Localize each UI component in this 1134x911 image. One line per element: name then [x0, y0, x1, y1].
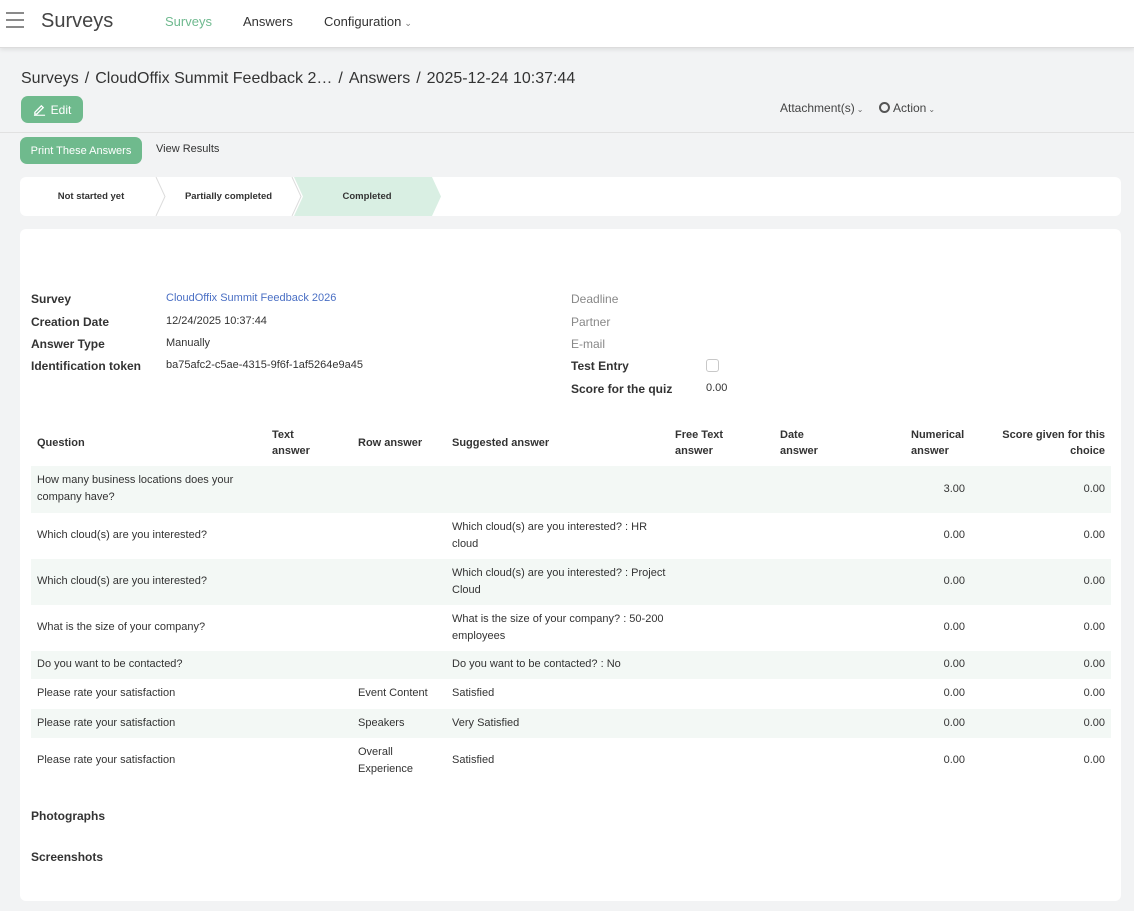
- nav-configuration[interactable]: Configuration ⌄: [324, 14, 412, 29]
- survey-link[interactable]: CloudOffix Summit Feedback 2026: [166, 292, 336, 304]
- question-cell: Please rate your satisfaction: [37, 754, 176, 766]
- numerical-cell: 0.00: [943, 717, 965, 729]
- test-entry-checkbox[interactable]: [706, 359, 719, 372]
- suggested-cell: Very Satisfied: [452, 717, 520, 729]
- action-label: Action: [893, 101, 927, 115]
- answer-type-value: Manually: [166, 337, 211, 349]
- attachments-dropdown[interactable]: Attachment(s) ⌄: [780, 101, 863, 115]
- question-cell: Which cloud(s) are you interested?: [37, 529, 207, 541]
- row-answer-cell: Event Content: [358, 687, 428, 699]
- numerical-cell: 0.00: [943, 621, 965, 633]
- chevron-down-icon: ⌄: [856, 105, 864, 114]
- numerical-cell: 0.00: [943, 754, 965, 766]
- stage-not-started[interactable]: Not started yet: [20, 177, 162, 216]
- breadcrumb: Surveys / CloudOffix Summit Feedback 2… / An…: [21, 70, 576, 87]
- numerical-cell: 0.00: [943, 575, 965, 587]
- suggested-cell: Do you want to be contacted? : No: [452, 658, 621, 670]
- gear-icon: [879, 102, 890, 113]
- table-row[interactable]: Please rate your satisfaction Speakers V…: [31, 709, 1111, 738]
- test-entry-label: Test Entry: [571, 359, 629, 373]
- col-score[interactable]: Score given for this choice: [1000, 427, 1105, 459]
- nav-answers[interactable]: Answers: [243, 14, 293, 29]
- col-free-text[interactable]: Free Text answer: [675, 427, 745, 459]
- table-row[interactable]: Please rate your satisfaction Overall Ex…: [31, 738, 1111, 784]
- table-row[interactable]: Which cloud(s) are you interested? Which…: [31, 559, 1111, 605]
- breadcrumb-survey[interactable]: CloudOffix Summit Feedback 2…: [95, 70, 332, 87]
- view-results-button[interactable]: View Results: [156, 143, 219, 155]
- nav-configuration-label: Configuration: [324, 14, 402, 29]
- row-answer-cell: Overall Experience: [358, 746, 414, 775]
- screenshots-title: Screenshots: [31, 850, 104, 864]
- suggested-cell: Satisfied: [452, 687, 495, 699]
- suggested-cell: Satisfied: [452, 754, 495, 766]
- breadcrumb-current: 2025-12-24 10:37:44: [426, 70, 576, 87]
- stage-completed[interactable]: Completed: [303, 177, 431, 216]
- score-cell: 0.00: [1083, 658, 1105, 670]
- pencil-icon: [33, 104, 45, 116]
- table-row[interactable]: Please rate your satisfaction Event Cont…: [31, 679, 1111, 709]
- nav-surveys[interactable]: Surveys: [165, 14, 212, 29]
- divider: [0, 132, 1134, 133]
- score-cell: 0.00: [1083, 483, 1105, 495]
- deadline-label: Deadline: [571, 292, 619, 306]
- score-cell: 0.00: [1083, 621, 1105, 633]
- col-numerical[interactable]: Numerical answer: [900, 427, 965, 459]
- suggested-cell: Which cloud(s) are you interested? : Pro…: [452, 567, 666, 596]
- token-value: ba75afc2-c5ae-4315-9f6f-1af5264e9a45: [166, 359, 363, 371]
- table-row[interactable]: How many business locations does your co…: [31, 466, 1111, 513]
- question-cell: Do you want to be contacted?: [37, 658, 183, 670]
- col-row-answer[interactable]: Row answer: [358, 435, 422, 451]
- chevron-down-icon: ⌄: [404, 18, 412, 28]
- edit-label: Edit: [50, 102, 72, 117]
- numerical-cell: 0.00: [943, 687, 965, 699]
- numerical-cell: 0.00: [943, 658, 965, 670]
- attachments-label: Attachment(s): [780, 101, 855, 115]
- score-cell: 0.00: [1083, 717, 1105, 729]
- col-date-answer[interactable]: Date answer: [780, 427, 835, 459]
- numerical-cell: 0.00: [943, 529, 965, 541]
- table-row[interactable]: What is the size of your company? What i…: [31, 605, 1111, 651]
- creation-date-value: 12/24/2025 10:37:44: [166, 315, 267, 327]
- score-cell: 0.00: [1083, 575, 1105, 587]
- email-label: E-mail: [571, 337, 606, 351]
- col-question[interactable]: Question: [37, 435, 85, 451]
- chevron-down-icon: ⌄: [928, 105, 936, 114]
- menu-icon[interactable]: [6, 12, 24, 28]
- score-label: Score for the quiz: [571, 382, 673, 396]
- token-label: Identification token: [31, 359, 142, 373]
- score-cell: 0.00: [1083, 687, 1105, 699]
- print-answers-button[interactable]: Print These Answers: [20, 137, 142, 164]
- partner-label: Partner: [571, 315, 611, 329]
- answer-form-card: Survey CloudOffix Summit Feedback 2026 C…: [20, 229, 1121, 901]
- edit-button[interactable]: Edit: [21, 96, 83, 123]
- col-suggested-answer[interactable]: Suggested answer: [452, 435, 549, 451]
- col-text-answer[interactable]: Text answer: [272, 427, 327, 459]
- suggested-cell: Which cloud(s) are you interested? : HR …: [452, 521, 648, 550]
- status-bar: Not started yet Partially completed Comp…: [20, 177, 1121, 216]
- suggested-cell: What is the size of your company? : 50-2…: [452, 613, 664, 642]
- app-title[interactable]: Surveys: [41, 10, 113, 33]
- score-cell: 0.00: [1083, 529, 1105, 541]
- numerical-cell: 3.00: [943, 483, 965, 495]
- row-answer-cell: Speakers: [358, 717, 405, 729]
- table-row[interactable]: Do you want to be contacted? Do you want…: [31, 651, 1111, 679]
- top-navbar: Surveys Surveys Answers Configuration ⌄: [0, 0, 1134, 48]
- score-value: 0.00: [706, 382, 728, 394]
- survey-label: Survey: [31, 292, 72, 306]
- answer-type-label: Answer Type: [31, 337, 105, 351]
- stage-partially-completed[interactable]: Partially completed: [165, 177, 292, 216]
- creation-date-label: Creation Date: [31, 315, 110, 329]
- photographs-title: Photographs: [31, 809, 105, 823]
- question-cell: Please rate your satisfaction: [37, 717, 176, 729]
- question-cell: Please rate your satisfaction: [37, 687, 176, 699]
- table-row[interactable]: Which cloud(s) are you interested? Which…: [31, 513, 1111, 559]
- action-dropdown[interactable]: Action ⌄: [879, 101, 935, 115]
- breadcrumb-surveys[interactable]: Surveys: [21, 70, 79, 87]
- breadcrumb-answers[interactable]: Answers: [349, 70, 410, 87]
- question-cell: Which cloud(s) are you interested?: [37, 575, 207, 587]
- score-cell: 0.00: [1083, 754, 1105, 766]
- question-cell: What is the size of your company?: [37, 621, 206, 633]
- question-cell: How many business locations does your co…: [37, 474, 234, 503]
